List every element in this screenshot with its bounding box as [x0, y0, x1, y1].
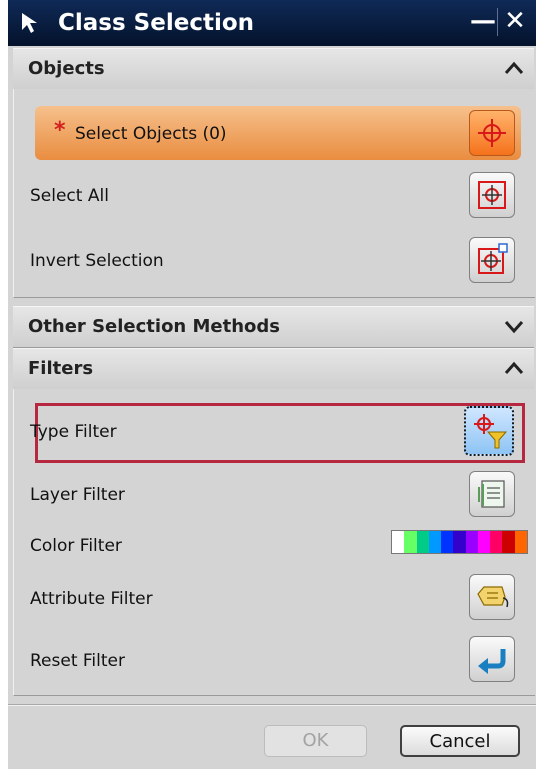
color-swatch: [514, 531, 527, 553]
filters-section-title: Filters: [28, 358, 94, 379]
minimize-button[interactable]: —: [468, 6, 498, 38]
objects-section-header[interactable]: Objects: [13, 48, 534, 90]
color-swatch: [477, 531, 491, 553]
color-swatch: [490, 531, 503, 553]
select-objects-label: Select Objects (0): [75, 124, 227, 144]
cancel-button[interactable]: Cancel: [400, 725, 520, 757]
color-swatch: [441, 531, 454, 553]
select-objects-button[interactable]: [469, 110, 515, 156]
close-button[interactable]: ✕: [500, 6, 530, 38]
color-swatch: [453, 531, 466, 553]
attribute-filter-button[interactable]: [469, 574, 515, 620]
layer-filter-button[interactable]: [469, 471, 515, 517]
bottom-separator-highlight: [8, 705, 536, 706]
select-all-label: Select All: [30, 186, 109, 206]
color-swatch: [465, 531, 478, 553]
invert-selection-button[interactable]: [469, 237, 515, 283]
type-filter-funnel-icon: [474, 414, 508, 449]
objects-section-title: Objects: [28, 58, 105, 79]
chevron-up-icon[interactable]: [501, 55, 527, 81]
title-bar[interactable]: Class Selection — ✕: [8, 0, 536, 46]
invert-selection-icon: [478, 243, 508, 274]
color-swatch: [392, 531, 405, 553]
invert-selection-label: Invert Selection: [30, 251, 164, 271]
color-swatch: [416, 531, 429, 553]
required-asterisk: *: [54, 118, 66, 143]
crosshair-icon: [478, 119, 506, 147]
layer-filter-label: Layer Filter: [30, 485, 125, 505]
attribute-filter-label: Attribute Filter: [30, 589, 153, 609]
color-swatch: [502, 531, 515, 553]
chevron-down-icon[interactable]: [501, 313, 527, 339]
select-all-button[interactable]: [469, 172, 515, 218]
color-swatch: [428, 531, 442, 553]
color-filter-label: Color Filter: [30, 536, 122, 556]
other-selection-header[interactable]: Other Selection Methods: [13, 306, 534, 348]
filters-section-header[interactable]: Filters: [13, 348, 534, 390]
chevron-up-icon[interactable]: [501, 355, 527, 381]
color-palette-bar[interactable]: [391, 530, 528, 554]
tag-icon: [477, 586, 509, 608]
type-filter-label: Type Filter: [30, 422, 117, 442]
layer-stack-icon: [478, 480, 505, 508]
type-filter-button[interactable]: [464, 406, 514, 456]
reset-filter-label: Reset Filter: [30, 651, 125, 671]
class-selection-dialog: Class Selection — ✕ Objects * Select Obj…: [8, 0, 536, 769]
select-all-crosshair-icon: [478, 181, 506, 209]
cursor-arrow-icon: [22, 13, 37, 33]
other-selection-title: Other Selection Methods: [28, 316, 281, 337]
reset-filter-button[interactable]: [469, 636, 515, 682]
ok-button[interactable]: OK: [264, 725, 367, 757]
window-title: Class Selection: [58, 10, 255, 36]
reset-arrow-icon: [478, 649, 506, 674]
color-swatch: [404, 531, 417, 553]
